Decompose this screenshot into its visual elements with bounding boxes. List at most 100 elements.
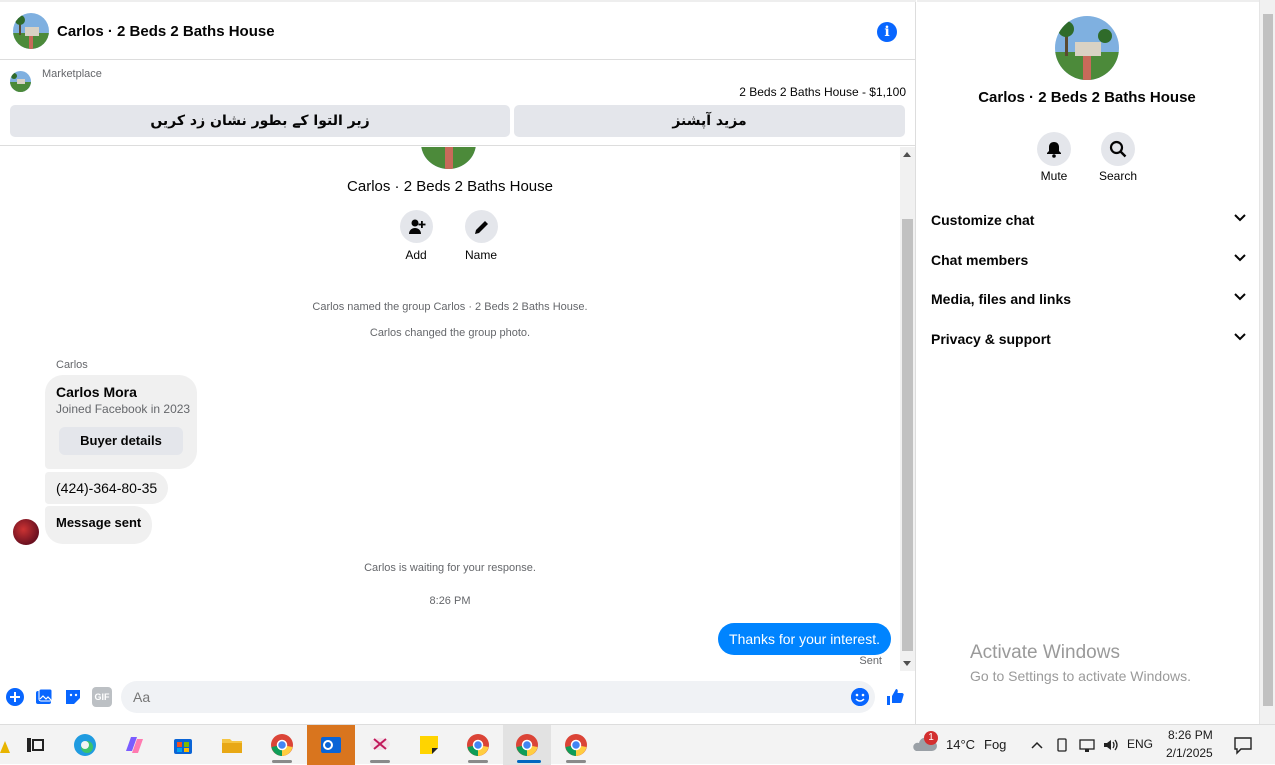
clock-time[interactable]: 8:26 PM: [1168, 728, 1213, 742]
running-indicator: [566, 760, 586, 763]
profile-name: Carlos Mora: [56, 384, 137, 400]
weather-temperature[interactable]: 14°C: [946, 737, 975, 752]
chevron-down-icon: [1234, 293, 1246, 301]
message-input[interactable]: [133, 687, 833, 707]
house-photo-icon: [1055, 16, 1119, 80]
activation-watermark-subtitle: Go to Settings to activate Windows.: [970, 668, 1191, 684]
message-input-box[interactable]: [121, 681, 875, 713]
outgoing-message[interactable]: Thanks for your interest.: [718, 623, 891, 655]
profile-subtitle: Joined Facebook in 2023: [56, 402, 191, 416]
pencil-icon: [475, 221, 488, 234]
chevron-down-icon: [1234, 254, 1246, 262]
buyer-details-button[interactable]: Buyer details: [59, 427, 183, 455]
house-photo-icon: [13, 13, 49, 49]
chat-column: Carlos · 2 Beds 2 Baths House i Marketpl…: [0, 0, 916, 724]
scroll-up-arrow[interactable]: [903, 152, 911, 157]
accordion-label: Chat members: [931, 252, 1029, 268]
profile-card: Carlos Mora Joined Facebook in 2023 Buye…: [45, 375, 197, 469]
bell-icon: [1047, 142, 1061, 158]
mute-label: Mute: [1040, 169, 1068, 183]
photo-icon[interactable]: [34, 687, 54, 707]
weather-alert-badge: 1: [924, 731, 938, 745]
active-indicator: [517, 760, 541, 763]
listing-thumbnail[interactable]: [10, 71, 31, 92]
emoji-icon[interactable]: [851, 688, 869, 706]
incoming-message[interactable]: Message sent: [45, 506, 153, 544]
info-icon[interactable]: i: [877, 22, 897, 42]
chat-header: Carlos · 2 Beds 2 Baths House i: [0, 0, 916, 60]
group-photo: [421, 147, 476, 169]
marketplace-bar: Marketplace 2 Beds 2 Baths House - $1,10…: [0, 60, 916, 146]
group-name: Carlos · 2 Beds 2 Baths House: [347, 178, 553, 195]
page-scroll-thumb[interactable]: [1263, 14, 1273, 706]
more-options-button[interactable]: مزید آپشنز: [514, 105, 905, 137]
message-scrollbar[interactable]: [900, 147, 915, 671]
chevron-down-icon: [1234, 214, 1246, 222]
search-button[interactable]: [1101, 132, 1135, 166]
system-message: Carlos named the group Carlos · 2 Beds 2…: [312, 301, 588, 313]
chrome-profile-icon[interactable]: [270, 733, 294, 757]
sticker-icon[interactable]: [63, 687, 83, 707]
file-explorer-icon[interactable]: [220, 733, 244, 757]
outlook-icon[interactable]: [319, 733, 343, 757]
message-timestamp: 8:26 PM: [429, 595, 471, 607]
gif-icon[interactable]: GIF: [92, 687, 112, 707]
edge-icon[interactable]: [73, 733, 97, 757]
name-label: Name: [464, 248, 497, 262]
chevron-up-icon[interactable]: [1030, 738, 1044, 752]
volume-icon[interactable]: [1102, 737, 1120, 753]
scroll-down-arrow[interactable]: [903, 661, 911, 666]
scroll-thumb[interactable]: [902, 219, 913, 651]
accordion-privacy-support[interactable]: Privacy & support: [931, 324, 1247, 354]
copilot-icon[interactable]: [122, 733, 146, 757]
chat-title[interactable]: Carlos · 2 Beds 2 Baths House: [57, 23, 275, 40]
input-language[interactable]: ENG: [1127, 737, 1153, 751]
task-view-icon[interactable]: [23, 733, 47, 757]
listing-title-price[interactable]: 2 Beds 2 Baths House - $1,100: [739, 85, 906, 99]
clock-date[interactable]: 2/1/2025: [1166, 746, 1213, 760]
running-indicator: [468, 760, 488, 763]
house-photo-icon: [10, 71, 31, 92]
add-member-button[interactable]: [400, 210, 433, 243]
thumbs-up-icon[interactable]: [885, 687, 905, 707]
search-icon: [1109, 140, 1127, 158]
notification-icon[interactable]: [1233, 735, 1253, 755]
warning-icon: [0, 741, 10, 753]
store-icon[interactable]: [171, 733, 195, 757]
chrome-profile-icon[interactable]: [564, 733, 588, 757]
add-person-icon: [409, 219, 426, 234]
mute-button[interactable]: [1037, 132, 1071, 166]
add-label: Add: [405, 248, 427, 262]
sender-name: Carlos: [56, 359, 88, 371]
weather-description[interactable]: Fog: [984, 737, 1006, 752]
chrome-profile-icon[interactable]: [515, 733, 539, 757]
accordion-label: Privacy & support: [931, 331, 1051, 347]
marketplace-label: Marketplace: [42, 68, 102, 80]
message-list: Carlos · 2 Beds 2 Baths House Add Name C…: [0, 147, 900, 671]
network-icon[interactable]: [1078, 737, 1096, 753]
accordion-customize-chat[interactable]: Customize chat: [931, 205, 1247, 235]
sender-avatar[interactable]: [13, 519, 39, 545]
chrome-profile-icon[interactable]: [466, 733, 490, 757]
group-avatar[interactable]: [13, 13, 49, 49]
accordion-chat-members[interactable]: Chat members: [931, 245, 1247, 275]
incoming-message[interactable]: (424)-364-80-35: [45, 472, 169, 504]
edit-name-button[interactable]: [465, 210, 498, 243]
composer: GIF: [0, 676, 916, 720]
accordion-label: Media, files and links: [931, 291, 1072, 307]
plus-circle-icon[interactable]: [5, 687, 25, 707]
windows-taskbar: 1 14°C Fog ENG 8:26 PM 2/1/2025: [0, 724, 1275, 765]
sticky-notes-icon[interactable]: [417, 733, 441, 757]
accordion-media-files-links[interactable]: Media, files and links: [931, 284, 1247, 314]
running-indicator: [370, 760, 390, 763]
accordion-label: Customize chat: [931, 212, 1035, 228]
running-indicator: [272, 760, 292, 763]
page-scrollbar[interactable]: [1259, 0, 1275, 724]
snipping-tool-icon[interactable]: [368, 733, 392, 757]
messenger-window: Carlos · 2 Beds 2 Baths House i Marketpl…: [0, 0, 1275, 724]
group-avatar-large[interactable]: [1055, 16, 1119, 80]
panel-title: Carlos · 2 Beds 2 Baths House: [978, 89, 1196, 106]
mark-pending-button[interactable]: زیر التوا کے بطور نشان زد کریں: [10, 105, 510, 137]
system-message: Carlos changed the group photo.: [369, 327, 531, 339]
device-icon[interactable]: [1054, 737, 1070, 753]
